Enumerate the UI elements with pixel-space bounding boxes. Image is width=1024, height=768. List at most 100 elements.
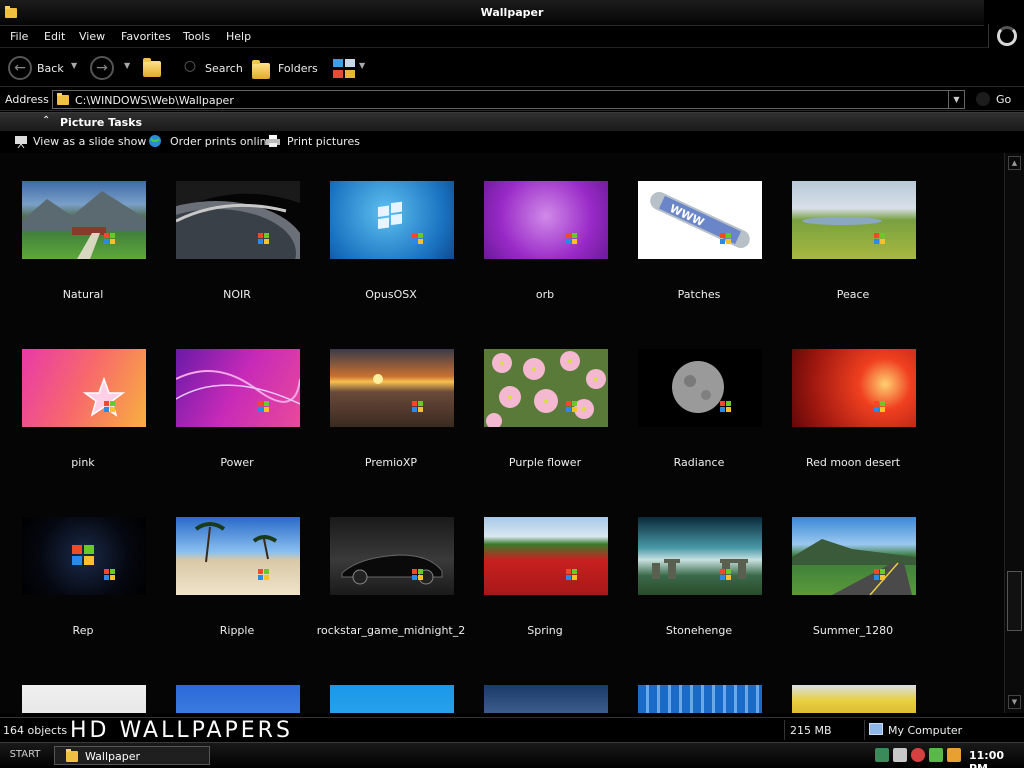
- file-label-stonehenge[interactable]: Stonehenge: [622, 624, 776, 637]
- folder-icon: [65, 748, 79, 766]
- search-button[interactable]: Search: [205, 62, 243, 75]
- up-folder-icon[interactable]: [143, 58, 161, 77]
- file-label-ripple[interactable]: Ripple: [160, 624, 314, 637]
- vertical-scrollbar[interactable]: ▲ ▼: [1004, 153, 1024, 713]
- address-field[interactable]: C:\WINDOWS\Web\Wallpaper ▼: [52, 90, 965, 109]
- thumbnail-partial-1[interactable]: [22, 685, 146, 713]
- thumbnail-premioxp[interactable]: [330, 349, 454, 427]
- thumbnail-pink[interactable]: [22, 349, 146, 427]
- menu-file[interactable]: File: [10, 30, 28, 43]
- file-label-rockstar-game-midnight-2[interactable]: rockstar_game_midnight_2: [314, 624, 468, 637]
- menu-tools[interactable]: Tools: [183, 30, 210, 43]
- address-dropdown-icon[interactable]: ▼: [948, 91, 964, 108]
- collapse-chevron-icon[interactable]: ⌃: [42, 115, 50, 126]
- folders-button[interactable]: Folders: [278, 62, 318, 75]
- file-label-pink[interactable]: pink: [6, 456, 160, 469]
- file-label-patches[interactable]: Patches: [622, 288, 776, 301]
- menu-edit[interactable]: Edit: [44, 30, 65, 43]
- folders-icon[interactable]: [252, 60, 270, 79]
- security-alert-tray-icon[interactable]: [911, 748, 925, 762]
- file-label-power[interactable]: Power: [160, 456, 314, 469]
- file-label-noir[interactable]: NOIR: [160, 288, 314, 301]
- file-label-orb[interactable]: orb: [468, 288, 622, 301]
- printer-icon[interactable]: [265, 134, 280, 148]
- thumbnail-radiance[interactable]: [638, 349, 762, 427]
- thumbnail-partial-2[interactable]: [176, 685, 300, 713]
- go-arrow-icon[interactable]: [976, 92, 990, 106]
- address-bar: Address C:\WINDOWS\Web\Wallpaper ▼ Go: [0, 88, 1024, 111]
- slideshow-icon[interactable]: [14, 134, 28, 149]
- view-slideshow-link[interactable]: View as a slide show: [33, 135, 146, 148]
- throbber-icon: [997, 26, 1017, 46]
- views-icon[interactable]: [333, 59, 357, 82]
- thumbnail-opusosx[interactable]: [330, 181, 454, 259]
- thumbnail-summer-1280[interactable]: [792, 517, 916, 595]
- windows-logo-icon: [874, 233, 886, 245]
- start-button[interactable]: START: [0, 743, 50, 768]
- scroll-up-arrow-icon[interactable]: ▲: [1008, 156, 1021, 170]
- thumbnail-rep[interactable]: [22, 517, 146, 595]
- globe-icon[interactable]: [148, 134, 162, 148]
- file-label-purple-flower[interactable]: Purple flower: [468, 456, 622, 469]
- print-pictures-link[interactable]: Print pictures: [287, 135, 360, 148]
- thumbnail-power[interactable]: [176, 349, 300, 427]
- thumbnail-partial-3[interactable]: [330, 685, 454, 713]
- thumbnail-spring[interactable]: [484, 517, 608, 595]
- status-bar: 164 objects HD WALLPAPERS 215 MB My Comp…: [0, 717, 1024, 743]
- back-button[interactable]: Back: [37, 62, 64, 75]
- menu-bar: File Edit View Favorites Tools Help: [0, 24, 1024, 48]
- file-label-spring[interactable]: Spring: [468, 624, 622, 637]
- volume-tray-icon[interactable]: [947, 748, 961, 762]
- windows-logo-icon: [566, 233, 578, 245]
- thumbnail-purple-flower[interactable]: [484, 349, 608, 427]
- picture-tasks-title: Picture Tasks: [60, 116, 143, 129]
- thumbnail-stonehenge[interactable]: [638, 517, 762, 595]
- search-icon[interactable]: ○: [182, 56, 198, 80]
- file-label-rep[interactable]: Rep: [6, 624, 160, 637]
- forward-dropdown-icon[interactable]: ▼: [124, 61, 130, 70]
- back-dropdown-icon[interactable]: ▼: [71, 61, 77, 70]
- menu-favorites[interactable]: Favorites: [121, 30, 171, 43]
- thumbnail-partial-6[interactable]: [792, 685, 916, 713]
- file-label-peace[interactable]: Peace: [776, 288, 930, 301]
- file-label-summer-1280[interactable]: Summer_1280: [776, 624, 930, 637]
- thumbnail-peace[interactable]: [792, 181, 916, 259]
- taskbar: START Wallpaper 11:00 PM: [0, 742, 1024, 768]
- thumbnail-partial-5[interactable]: [638, 685, 762, 713]
- thumbnail-ripple[interactable]: [176, 517, 300, 595]
- file-view[interactable]: Natural NOIR OpusOSX orb WWW Patches Pea…: [0, 153, 1004, 713]
- order-prints-link[interactable]: Order prints online: [170, 135, 273, 148]
- views-dropdown-icon[interactable]: ▼: [359, 61, 365, 70]
- close-button[interactable]: [984, 0, 1024, 26]
- safely-remove-tray-icon[interactable]: [929, 748, 943, 762]
- taskbar-window-button[interactable]: Wallpaper: [54, 746, 210, 765]
- status-divider: [864, 720, 865, 740]
- picture-tasks-header[interactable]: ⌃ Picture Tasks: [0, 112, 1024, 131]
- thumbnail-partial-4[interactable]: [484, 685, 608, 713]
- windows-logo-icon: [874, 569, 886, 581]
- forward-arrow-icon[interactable]: →: [90, 56, 114, 80]
- file-label-natural[interactable]: Natural: [6, 288, 160, 301]
- menu-help[interactable]: Help: [226, 30, 251, 43]
- thumbnail-natural[interactable]: [22, 181, 146, 259]
- thumbnail-patches[interactable]: WWW: [638, 181, 762, 259]
- scrollbar-thumb[interactable]: [1007, 571, 1022, 631]
- title-bar[interactable]: Wallpaper: [0, 0, 1024, 26]
- thumbnail-orb[interactable]: [484, 181, 608, 259]
- go-button[interactable]: Go: [996, 93, 1011, 106]
- clock[interactable]: 11:00 PM: [969, 749, 1024, 768]
- menu-view[interactable]: View: [79, 30, 105, 43]
- file-label-red-moon-desert[interactable]: Red moon desert: [776, 456, 930, 469]
- scroll-down-arrow-icon[interactable]: ▼: [1008, 695, 1021, 709]
- network-tray-icon[interactable]: [875, 748, 889, 762]
- network-disconnected-tray-icon[interactable]: [893, 748, 907, 762]
- thumbnail-red-moon-desert[interactable]: [792, 349, 916, 427]
- windows-logo-icon: [104, 569, 116, 581]
- file-label-premioxp[interactable]: PremioXP: [314, 456, 468, 469]
- thumbnail-noir[interactable]: [176, 181, 300, 259]
- file-label-opusosx[interactable]: OpusOSX: [314, 288, 468, 301]
- file-label-radiance[interactable]: Radiance: [622, 456, 776, 469]
- thumbnail-rockstar-game-midnight-2[interactable]: [330, 517, 454, 595]
- address-value[interactable]: C:\WINDOWS\Web\Wallpaper: [75, 94, 234, 107]
- back-arrow-icon[interactable]: ←: [8, 56, 32, 80]
